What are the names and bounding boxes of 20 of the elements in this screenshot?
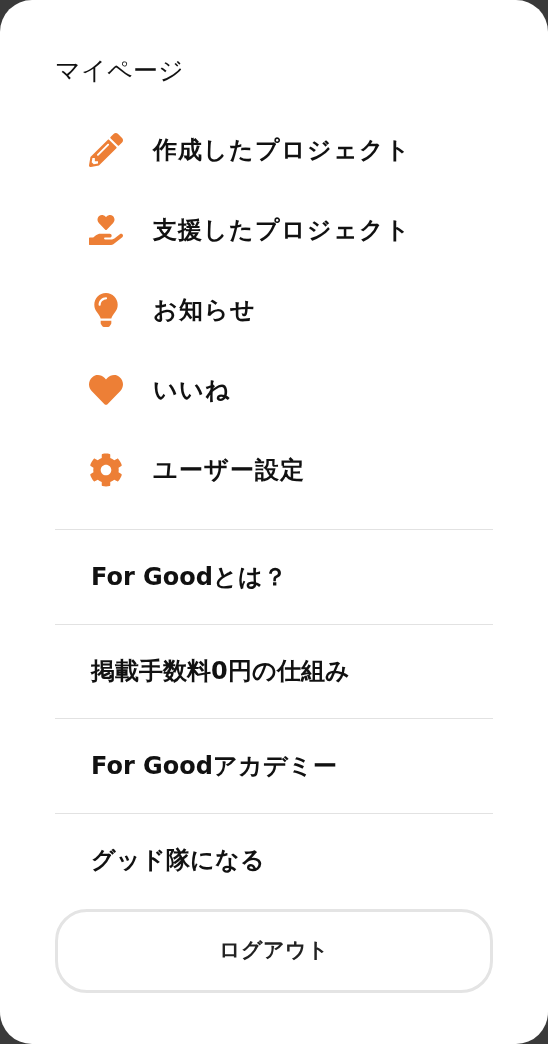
menu-label: ユーザー設定 xyxy=(153,455,305,486)
menu-item[interactable]: いいね xyxy=(55,350,493,430)
menu-link[interactable]: For Goodアカデミー xyxy=(91,747,337,784)
menu-label: いいね xyxy=(153,375,231,406)
hand-heart-icon xyxy=(89,213,123,247)
menu-label: 作成したプロジェクト xyxy=(153,135,411,166)
logout-button[interactable]: ログアウト xyxy=(55,909,493,993)
menu-label: お知らせ xyxy=(153,295,256,326)
pencil-icon xyxy=(89,133,123,167)
menu-item[interactable]: ユーザー設定 xyxy=(55,430,493,510)
section-heading: マイページ xyxy=(55,55,185,87)
menu-link[interactable]: 掲載手数料0円の仕組み xyxy=(91,653,350,690)
menu-item[interactable]: 作成したプロジェクト xyxy=(55,110,493,190)
menu-link[interactable]: グッド隊になる xyxy=(91,842,265,879)
menu-item[interactable]: お知らせ xyxy=(55,270,493,350)
menu-label: 支援したプロジェクト xyxy=(153,215,411,246)
menu-item[interactable]: 支援したプロジェクト xyxy=(55,190,493,270)
heart-icon xyxy=(89,373,123,407)
menu-link[interactable]: For Goodとは？ xyxy=(91,558,287,595)
settings-icon xyxy=(89,453,123,487)
